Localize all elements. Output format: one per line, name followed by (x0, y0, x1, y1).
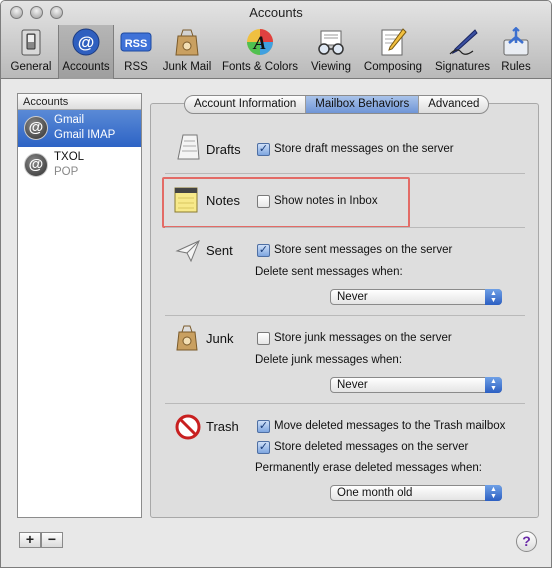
account-type: POP (54, 166, 79, 178)
junk-delete-value: Never (337, 379, 368, 391)
separator (165, 403, 525, 404)
toolbar-label: Junk Mail (162, 61, 212, 73)
window-title: Accounts (249, 5, 303, 20)
svg-text:A: A (253, 33, 267, 54)
toolbar-fonts-colors[interactable]: A Fonts & Colors (218, 25, 302, 79)
junk-title: Junk (206, 331, 234, 346)
tab-bar: Account Information Mailbox Behaviors Ad… (184, 95, 490, 114)
junk-store-checkbox[interactable] (257, 332, 270, 345)
accounts-list: Accounts @ Gmail Gmail IMAP @ TXOL POP (17, 93, 142, 518)
glasses-icon (318, 30, 344, 55)
toolbar-rules[interactable]: Rules (497, 25, 535, 79)
drafts-icon (177, 134, 200, 160)
junk-bag-icon (175, 29, 199, 56)
sent-title: Sent (206, 243, 233, 258)
junk-delete-popup[interactable]: Never ▲ ▼ (330, 377, 502, 393)
toolbar-label: Composing (363, 61, 423, 73)
notes-highlight-frame (162, 177, 410, 228)
junk-bag-icon (176, 325, 198, 351)
help-button[interactable]: ? (516, 531, 537, 552)
separator (165, 315, 525, 316)
chevron-up-down-icon: ▲ ▼ (485, 485, 502, 501)
sent-store-checkbox[interactable]: ✓ (257, 244, 270, 257)
pen-icon (449, 29, 478, 55)
toolbar-general[interactable]: General (7, 25, 55, 79)
toolbar-label: Signatures (435, 61, 490, 73)
rules-icon (503, 27, 529, 56)
toolbar-label: Rules (501, 61, 531, 73)
account-name: Gmail (54, 114, 85, 126)
rss-icon: RSS (120, 32, 152, 52)
accounts-window: Accounts General @ Accounts RSS RSS Junk… (0, 0, 552, 568)
tab-account-information[interactable]: Account Information (185, 96, 307, 113)
paper-plane-icon (175, 240, 200, 263)
svg-text:RSS: RSS (125, 38, 148, 50)
chevron-up-down-icon: ▲ ▼ (485, 289, 502, 305)
separator (165, 173, 525, 174)
chevron-up-down-icon: ▲ ▼ (485, 377, 502, 393)
remove-account-button[interactable]: − (41, 532, 63, 548)
trash-erase-value: One month old (337, 487, 413, 499)
toolbar-label: Accounts (62, 61, 110, 73)
trash-move-label: Move deleted messages to the Trash mailb… (274, 420, 506, 432)
toolbar-label: General (10, 61, 52, 73)
tab-mailbox-behaviors[interactable]: Mailbox Behaviors (306, 96, 420, 113)
add-account-button[interactable]: + (19, 532, 41, 548)
sent-store-label: Store sent messages on the server (274, 244, 453, 256)
junk-store-label: Store junk messages on the server (274, 332, 452, 344)
no-entry-icon (175, 414, 201, 440)
accounts-list-header: Accounts (18, 94, 141, 110)
tab-advanced[interactable]: Advanced (419, 96, 488, 113)
at-icon: @ (24, 153, 48, 177)
trash-store-checkbox[interactable]: ✓ (257, 441, 270, 454)
at-icon: @ (72, 28, 100, 56)
toolbar-junk-mail[interactable]: Junk Mail (158, 25, 216, 79)
account-type: Gmail IMAP (54, 129, 116, 141)
trash-erase-popup[interactable]: One month old ▲ ▼ (330, 485, 502, 501)
pencil-paper-icon (381, 28, 407, 56)
toolbar-label: RSS (124, 61, 148, 73)
junk-delete-label: Delete junk messages when: (255, 354, 403, 366)
account-item-txol[interactable]: @ TXOL POP (18, 147, 141, 184)
toolbar-signatures[interactable]: Signatures (430, 25, 495, 79)
toolbar-rss[interactable]: RSS RSS (117, 25, 155, 79)
toolbar-composing[interactable]: Composing (359, 25, 427, 79)
toolbar-label: Viewing (310, 61, 352, 73)
svg-text:@: @ (78, 33, 95, 52)
trash-title: Trash (206, 419, 239, 434)
sent-delete-label: Delete sent messages when: (255, 266, 403, 278)
font-a-icon: A (247, 29, 273, 55)
mailbox-behaviors-panel (150, 103, 539, 518)
trash-erase-label: Permanently erase deleted messages when: (255, 462, 482, 474)
toolbar-viewing[interactable]: Viewing (305, 25, 357, 79)
toolbar: Accounts General @ Accounts RSS RSS Junk… (1, 1, 551, 79)
account-item-gmail[interactable]: @ Gmail Gmail IMAP (18, 110, 141, 147)
drafts-store-checkbox[interactable]: ✓ (257, 143, 270, 156)
at-icon: @ (24, 116, 48, 140)
sent-delete-popup[interactable]: Never ▲ ▼ (330, 289, 502, 305)
drafts-title: Drafts (206, 142, 241, 157)
drafts-store-label: Store draft messages on the server (274, 143, 454, 155)
separator (165, 227, 525, 228)
switch-icon (21, 29, 41, 56)
trash-store-label: Store deleted messages on the server (274, 441, 469, 453)
account-name: TXOL (54, 151, 85, 163)
sent-delete-value: Never (337, 291, 368, 303)
trash-move-checkbox[interactable]: ✓ (257, 420, 270, 433)
toolbar-accounts[interactable]: @ Accounts (58, 25, 114, 79)
toolbar-label: Fonts & Colors (221, 61, 299, 73)
